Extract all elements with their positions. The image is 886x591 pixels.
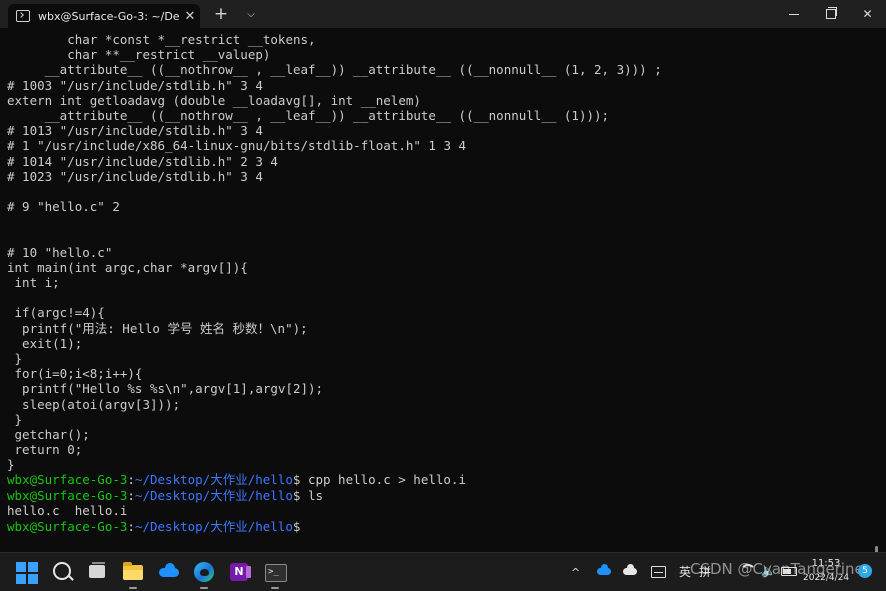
terminal-line: # 1014 "/usr/include/stdlib.h" 2 3 4	[7, 153, 278, 169]
close-icon: ✕	[862, 7, 873, 21]
minimize-icon	[788, 13, 799, 15]
tab-title: wbx@Surface-Go-3: ~/De	[38, 9, 180, 23]
terminal-line: printf("Hello %s %s\n",argv[1],argv[2]);	[7, 381, 324, 397]
terminal-line: int main(int argc,char *argv[]){	[7, 259, 248, 275]
terminal-line: exit(1);	[7, 335, 83, 351]
prompt-line: wbx@Surface-Go-3:~/Desktop/大作业/hello$	[7, 518, 880, 534]
terminal-line: }	[7, 457, 15, 473]
terminal-line: sleep(atoi(argv[3]));	[7, 396, 181, 412]
prompt-path: ~/Desktop/大作业/hello	[134, 519, 293, 534]
terminal-line: }	[7, 350, 23, 366]
clock-date: 2022/4/24	[803, 573, 850, 583]
prompt-path: ~/Desktop/大作业/hello	[134, 472, 293, 488]
new-tab-button[interactable]: +	[206, 0, 236, 28]
terminal-line: __attribute__ ((__nothrow__ , __leaf__))…	[7, 62, 662, 78]
prompt-user: wbx@Surface-Go-3	[7, 472, 128, 488]
close-window-button[interactable]: ✕	[849, 0, 886, 28]
terminal-line: getchar();	[7, 426, 90, 442]
file-explorer-icon[interactable]	[122, 561, 144, 589]
onedrive-tray-icon[interactable]	[597, 564, 611, 575]
prompt-line: wbx@Surface-Go-3:~/Desktop/大作业/hello$ cp…	[7, 472, 466, 488]
terminal-line: if(argc!=4){	[7, 305, 105, 321]
terminal-line: # 1 "/usr/include/x86_64-linux-gnu/bits/…	[7, 138, 467, 154]
window-controls: ✕	[775, 0, 886, 28]
onenote-icon[interactable]: N	[228, 561, 251, 583]
terminal-tab-icon	[16, 10, 30, 22]
keyboard-icon[interactable]	[651, 566, 666, 578]
terminal-line: extern int getloadavg (double __loadavg[…	[7, 92, 421, 108]
notification-badge[interactable]: 5	[858, 564, 872, 578]
terminal-line: char **__restrict __valuep)	[7, 47, 271, 63]
restore-button[interactable]	[812, 0, 849, 28]
prompt-path: ~/Desktop/大作业/hello	[134, 487, 293, 503]
terminal-output[interactable]: char *const *__restrict __tokens, char *…	[0, 28, 880, 552]
terminal-line: # 1013 "/usr/include/stdlib.h" 3 4	[7, 123, 263, 139]
minimize-button[interactable]	[775, 0, 812, 28]
terminal-line: # 1023 "/usr/include/stdlib.h" 3 4	[7, 168, 263, 184]
terminal-line: printf("用法: Hello 学号 姓名 秒数！\n");	[7, 320, 308, 336]
title-bar: wbx@Surface-Go-3: ~/De ✕ + ⌵ ✕	[0, 0, 886, 28]
terminal-tab[interactable]: wbx@Surface-Go-3: ~/De ✕	[8, 4, 200, 28]
terminal-line: # 1003 "/usr/include/stdlib.h" 3 4	[7, 77, 263, 93]
terminal-line: for(i=0;i<8;i++){	[7, 366, 143, 382]
terminal-line: __attribute__ ((__nothrow__ , __leaf__))…	[7, 107, 610, 123]
prompt-line: wbx@Surface-Go-3:~/Desktop/大作业/hello$ ls	[7, 487, 323, 503]
ls-output: hello.c hello.i	[7, 502, 128, 518]
taskbar: N >_ ^ 英 拼 🔈 CSDN @CyanTangerine 11:53 2…	[0, 552, 886, 591]
clock-time: 11:53	[811, 558, 841, 569]
cloud-tray-icon[interactable]	[623, 564, 637, 575]
onedrive-icon[interactable]	[158, 561, 180, 583]
terminal-line: # 10 "hello.c"	[7, 244, 113, 260]
prompt-user: wbx@Surface-Go-3	[7, 487, 128, 503]
text-cursor	[307, 518, 315, 531]
terminal-lines: char *const *__restrict __tokens, char *…	[0, 28, 880, 534]
terminal-line: }	[7, 411, 23, 427]
terminal-line: int i;	[7, 275, 60, 290]
terminal-line: # 9 "hello.c" 2	[7, 199, 120, 215]
close-tab-icon[interactable]: ✕	[180, 9, 200, 24]
command-text: ls	[307, 487, 323, 503]
terminal-line: char *const *__restrict __tokens,	[7, 32, 316, 47]
prompt-user: wbx@Surface-Go-3	[7, 519, 128, 534]
search-icon[interactable]	[51, 561, 73, 583]
task-view-icon[interactable]	[87, 561, 109, 583]
tab-dropdown-icon[interactable]: ⌵	[236, 0, 266, 28]
terminal-line: return 0;	[7, 442, 83, 458]
tray-chevron-icon[interactable]: ^	[571, 553, 580, 591]
clock[interactable]: 11:53 2022/4/24	[803, 558, 849, 584]
edge-icon[interactable]	[193, 561, 215, 589]
terminal-app-icon[interactable]: >_	[264, 561, 287, 589]
start-icon[interactable]	[16, 562, 38, 584]
command-text: cpp hello.c > hello.i	[307, 472, 466, 488]
restore-icon	[825, 7, 837, 19]
